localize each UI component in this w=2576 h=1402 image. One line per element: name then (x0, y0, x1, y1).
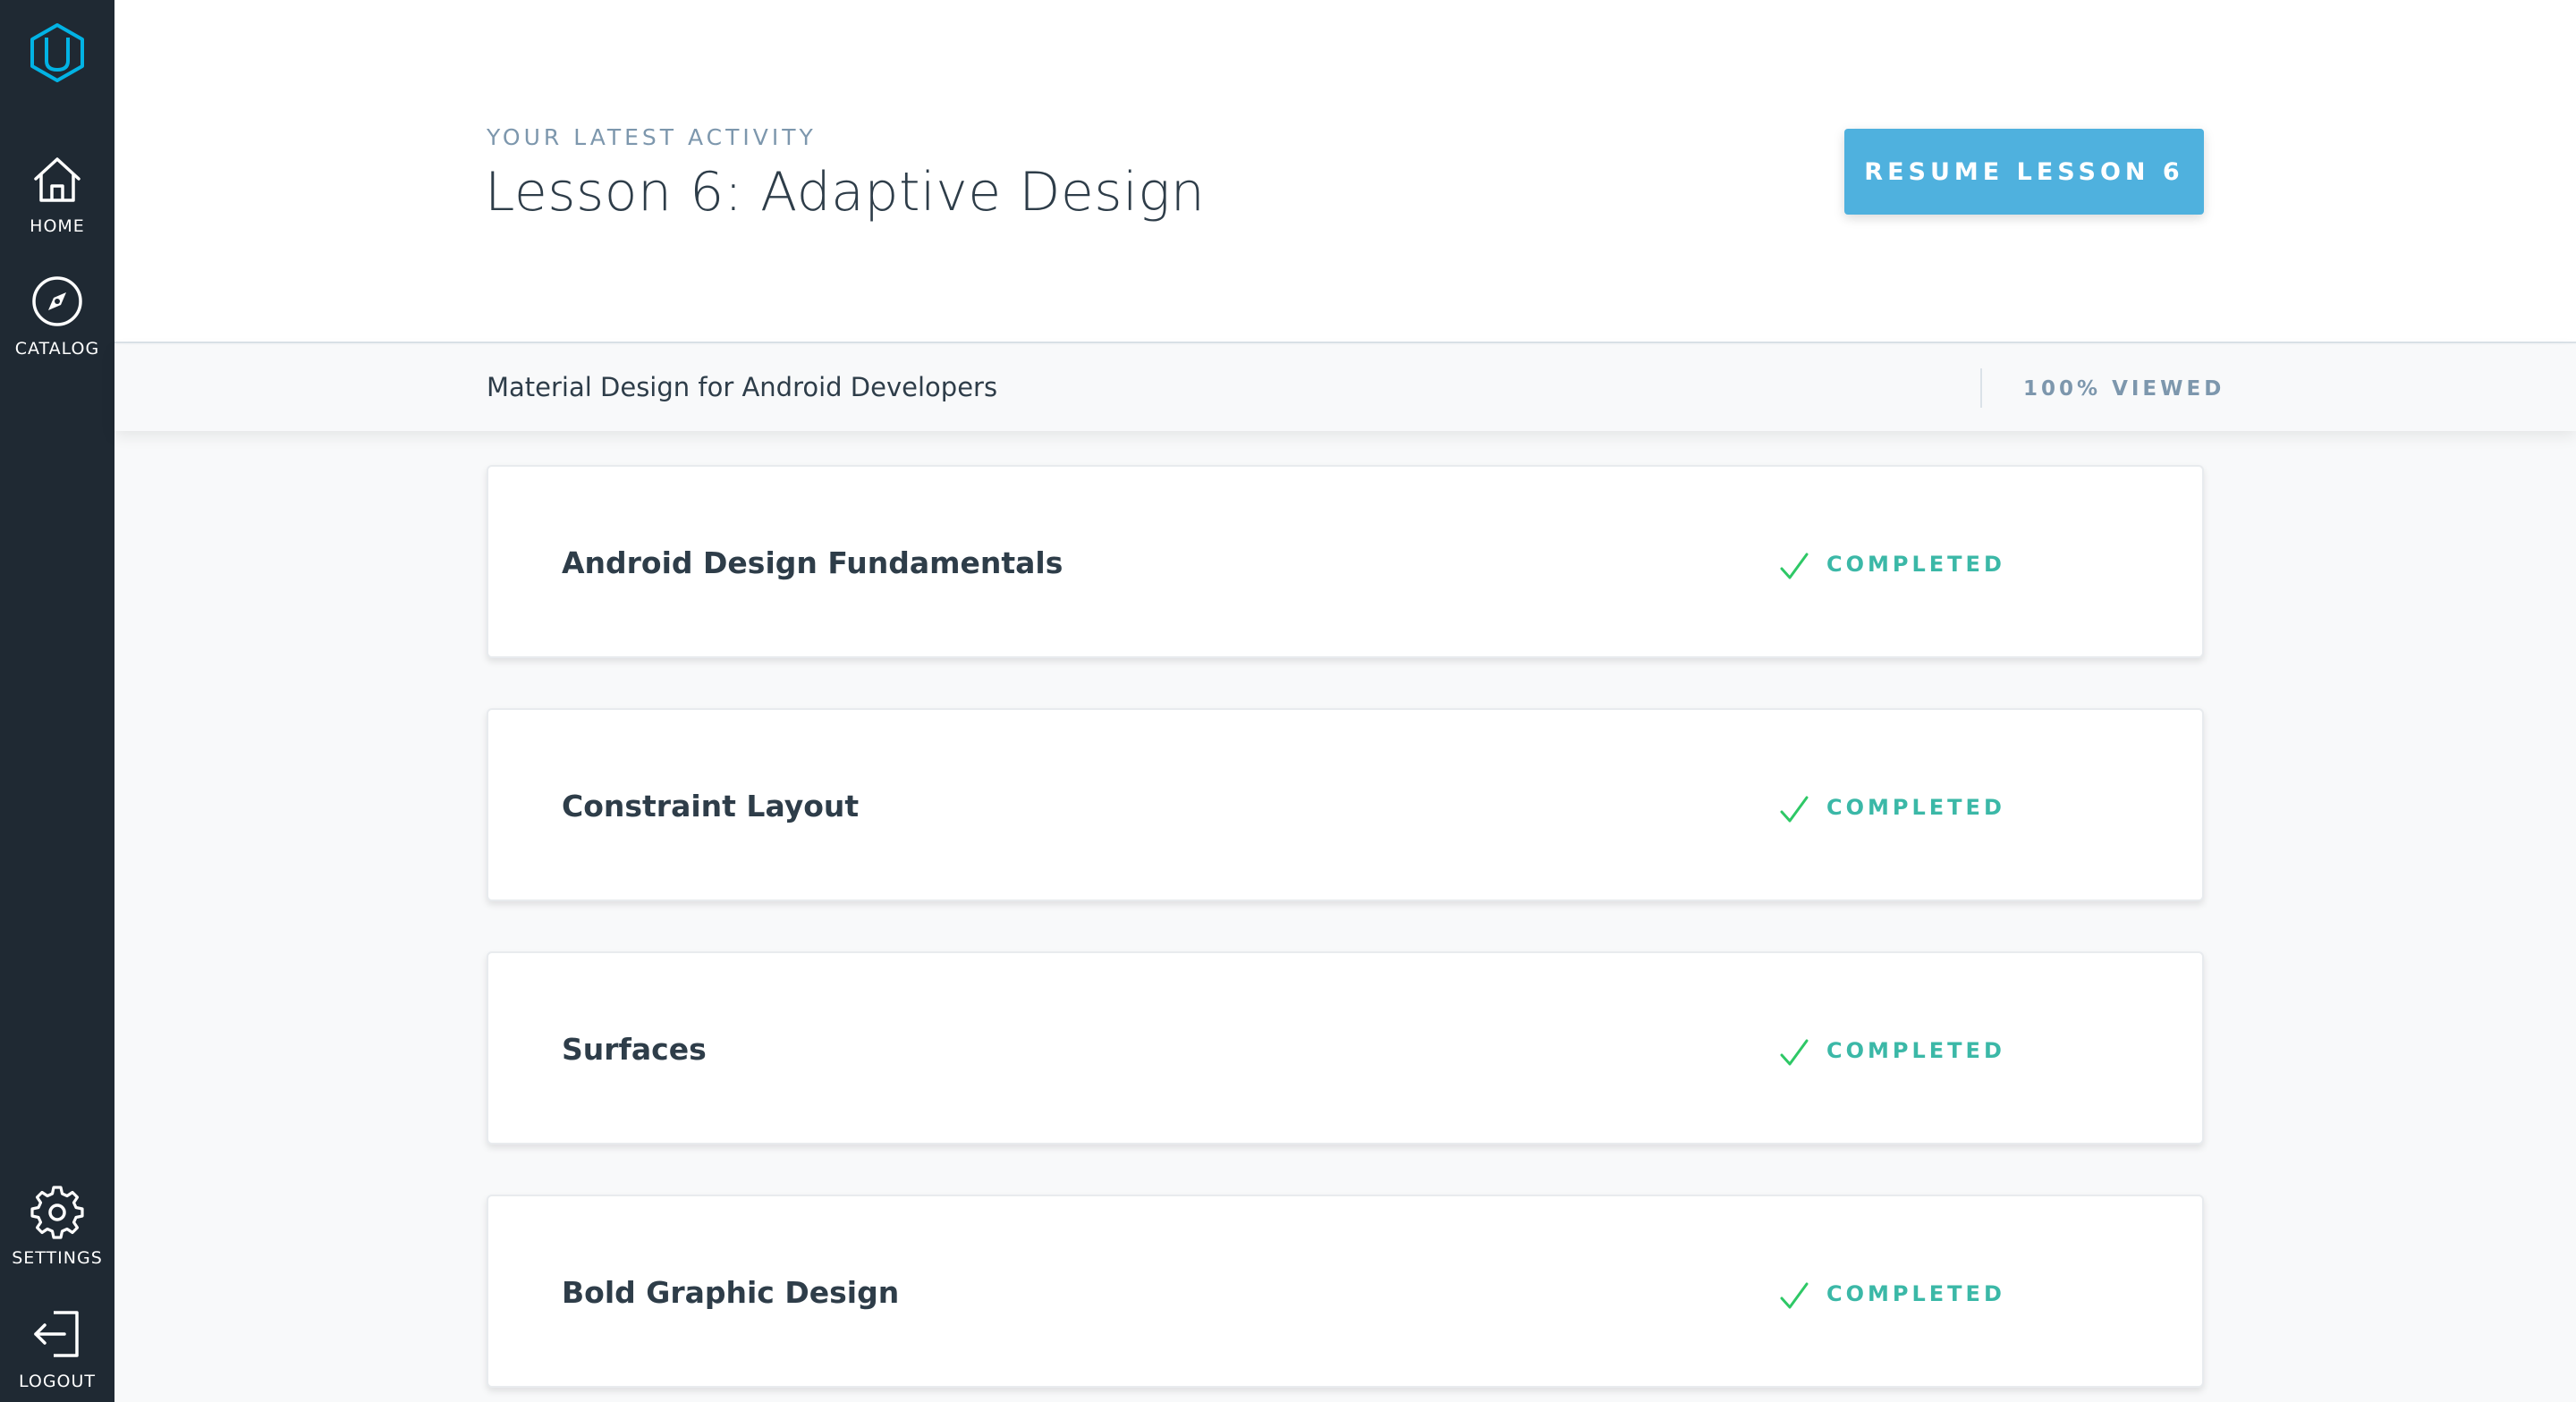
status-label: COMPLETED (1826, 1281, 2005, 1306)
lesson-title: Surfaces (562, 1032, 707, 1067)
sidebar-item-catalog[interactable]: CATALOG (0, 273, 114, 359)
status-label: COMPLETED (1826, 795, 2005, 820)
page-title: Lesson 6: Adaptive Design (485, 161, 1206, 224)
check-icon (1780, 553, 1809, 579)
divider (1980, 368, 1982, 408)
check-icon (1780, 1282, 1809, 1309)
course-progress-bar: Material Design for Android Developers 1… (114, 345, 2576, 431)
lesson-title: Android Design Fundamentals (562, 545, 1063, 580)
sidebar-item-label: HOME (30, 216, 85, 236)
lesson-status: COMPLETED (1778, 1275, 2005, 1313)
sidebar-item-label: LOGOUT (18, 1372, 97, 1391)
check-icon (1780, 796, 1809, 823)
sidebar-item-home[interactable]: HOME (0, 150, 114, 236)
home-icon (34, 157, 80, 202)
sidebar-item-label: SETTINGS (12, 1248, 103, 1268)
lesson-card[interactable]: Constraint Layout COMPLETED (487, 708, 2204, 901)
lesson-status: COMPLETED (1778, 545, 2005, 583)
sidebar: HOME CATALOG SETTINGS LOGOUT (0, 0, 114, 1402)
sidebar-item-settings[interactable]: SETTINGS (0, 1182, 114, 1268)
sidebar-item-label: CATALOG (14, 339, 100, 359)
lesson-status: COMPLETED (1778, 789, 2005, 826)
lesson-card[interactable]: Surfaces COMPLETED (487, 951, 2204, 1144)
latest-activity-eyebrow: YOUR LATEST ACTIVITY (487, 124, 817, 150)
lesson-card[interactable]: Android Design Fundamentals COMPLETED (487, 465, 2204, 658)
sidebar-item-logout[interactable]: LOGOUT (0, 1305, 114, 1391)
lesson-title: Constraint Layout (562, 789, 860, 823)
latest-activity-header: YOUR LATEST ACTIVITY Lesson 6: Adaptive … (114, 0, 2576, 343)
compass-icon (32, 276, 82, 326)
resume-lesson-button[interactable]: RESUME LESSON 6 (1844, 129, 2204, 215)
udacity-logo[interactable] (25, 21, 89, 86)
lesson-status: COMPLETED (1778, 1032, 2005, 1069)
status-label: COMPLETED (1826, 552, 2005, 577)
lesson-title: Bold Graphic Design (562, 1275, 900, 1310)
lesson-card[interactable]: Bold Graphic Design COMPLETED (487, 1195, 2204, 1388)
course-name: Material Design for Android Developers (487, 372, 998, 402)
check-icon (1780, 1039, 1809, 1066)
progress-status: 100% VIEWED (2023, 377, 2225, 401)
main-content: YOUR LATEST ACTIVITY Lesson 6: Adaptive … (114, 0, 2576, 1402)
status-label: COMPLETED (1826, 1038, 2005, 1063)
logout-icon (34, 1311, 79, 1357)
gear-icon (30, 1186, 84, 1239)
